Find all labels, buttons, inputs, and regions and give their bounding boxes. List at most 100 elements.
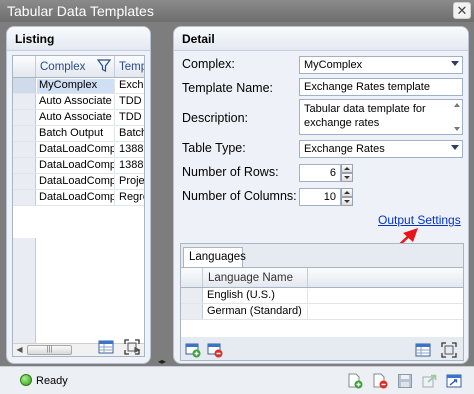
fit-to-screen-icon[interactable] [124,339,140,355]
cell-template[interactable]: Exch [117,79,144,93]
cell-complex[interactable]: DataLoadComp [37,159,115,173]
cell-template[interactable]: TDD [117,95,144,109]
decrement-icon[interactable] [341,197,353,206]
table-row[interactable]: MyComplex Exch [13,78,144,94]
languages-grid-header: Language Name [181,268,463,288]
description-label: Description: [182,111,248,125]
chevron-down-icon[interactable] [451,61,459,66]
cell-complex[interactable]: DataLoadComp [37,175,115,189]
scroll-left-icon[interactable]: ◀ [13,344,26,356]
cell-language-name[interactable]: English (U.S.) [204,289,308,303]
cell-language-name[interactable]: German (Standard) [204,305,308,319]
chevron-down-icon[interactable] [451,145,459,150]
languages-section: Languages Language Name English (U.S.) G… [180,243,464,361]
row-selector[interactable] [13,110,36,125]
cell-complex[interactable]: Batch Output [37,127,115,141]
row-selector-header[interactable] [13,56,36,77]
listing-panel: Listing Complex Temp MyComplex Exch Auto… [6,26,151,364]
cell-template[interactable]: TDD [117,111,144,125]
table-row[interactable]: Batch Output Batch [13,126,144,142]
listing-grid: Complex Temp MyComplex Exch Auto Associa… [12,55,145,357]
description-text: Tabular data template for exchange rates [304,103,426,129]
new-document-icon[interactable] [347,373,363,389]
template-name-field[interactable]: Exchange Rates template [299,78,463,96]
column-header-label: Complex [40,61,86,73]
complex-dropdown-value: MyComplex [304,59,363,71]
status-ok-icon [20,374,32,386]
row-selector[interactable] [181,288,203,303]
table-row[interactable]: German (Standard) [181,304,463,320]
row-selector[interactable] [13,142,36,157]
row-selector[interactable] [13,126,36,141]
cell-complex[interactable]: DataLoadComp [37,143,115,157]
row-selector[interactable] [181,304,203,319]
rows-stepper[interactable]: 6 [299,164,353,182]
increment-icon[interactable] [341,164,353,173]
row-selector-gutter [13,238,36,346]
grid-view-icon[interactable] [98,339,114,355]
delete-document-icon[interactable] [372,373,388,389]
table-type-label: Table Type: [182,141,246,155]
table-row[interactable]: English (U.S.) [181,288,463,304]
complex-dropdown[interactable]: MyComplex [299,56,463,74]
fit-to-screen-icon[interactable] [441,342,457,358]
row-selector[interactable] [13,94,36,109]
rows-label: Number of Rows: [182,165,279,179]
cell-template[interactable]: Proje [117,175,144,189]
listing-grid-header: Complex Temp [13,56,144,78]
row-selector[interactable] [13,78,36,93]
export-icon[interactable] [422,373,438,389]
languages-grid: Language Name English (U.S.) German (Sta… [181,267,463,337]
scroll-down-icon[interactable] [454,127,460,131]
cell-complex[interactable]: MyComplex [37,79,115,93]
panel-splitter[interactable]: ◂▸ [154,358,170,366]
save-icon[interactable] [397,373,413,389]
remove-language-icon[interactable] [207,342,223,358]
cell-complex[interactable]: DataLoadComp [37,191,115,205]
template-name-label: Template Name: [182,81,274,95]
table-type-dropdown[interactable]: Exchange Rates [299,140,463,158]
cell-template[interactable]: 1388 [117,143,144,157]
column-header-language-name[interactable]: Language Name [204,268,308,287]
description-field[interactable]: Tabular data template for exchange rates [299,99,463,135]
cell-template[interactable]: Regre [117,191,144,205]
table-row[interactable]: Auto Associate TDD [13,94,144,110]
table-row[interactable]: Auto Associate TDD [13,110,144,126]
grid-view-icon[interactable] [415,342,431,358]
scroll-up-icon[interactable] [454,103,460,107]
window-settings-icon[interactable] [446,373,462,389]
rows-stepper-value[interactable]: 6 [299,164,341,182]
row-selector[interactable] [13,158,36,173]
table-row[interactable]: DataLoadComp Proje [13,174,144,190]
columns-stepper[interactable]: 10 [299,188,353,206]
increment-icon[interactable] [341,188,353,197]
complex-label: Complex: [182,57,235,71]
scrollbar-thumb[interactable]: ||| [27,345,72,355]
table-type-dropdown-value: Exchange Rates [304,143,385,155]
cell-template[interactable]: Batch [117,127,144,141]
status-bar: Ready [0,366,474,394]
column-header-template[interactable]: Temp [116,56,144,77]
add-language-icon[interactable] [185,342,201,358]
filter-icon[interactable] [97,59,111,73]
decrement-icon[interactable] [341,173,353,182]
close-button[interactable]: ✕ [453,2,471,19]
columns-stepper-value[interactable]: 10 [299,188,341,206]
table-row[interactable]: DataLoadComp 1388 [13,158,144,174]
table-row[interactable]: DataLoadComp Regre [13,190,144,206]
listing-grid-body: MyComplex Exch Auto Associate TDD Auto A… [13,78,144,206]
row-selector[interactable] [13,174,36,189]
row-selector[interactable] [13,190,36,205]
tab-languages[interactable]: Languages [183,247,246,267]
cell-complex[interactable]: Auto Associate [37,95,115,109]
detail-panel: Detail Complex: MyComplex Template Name:… [173,26,469,364]
table-row[interactable]: DataLoadComp 1388 [13,142,144,158]
columns-label: Number of Columns: [182,189,297,203]
cell-complex[interactable]: Auto Associate [37,111,115,125]
column-header-label: Temp [119,61,144,73]
listing-header: Listing [7,27,150,51]
window-titlebar: Tabular Data Templates ✕ [0,0,474,22]
row-selector-header[interactable] [181,268,203,287]
cell-template[interactable]: 1388 [117,159,144,173]
window-title: Tabular Data Templates [7,3,154,19]
